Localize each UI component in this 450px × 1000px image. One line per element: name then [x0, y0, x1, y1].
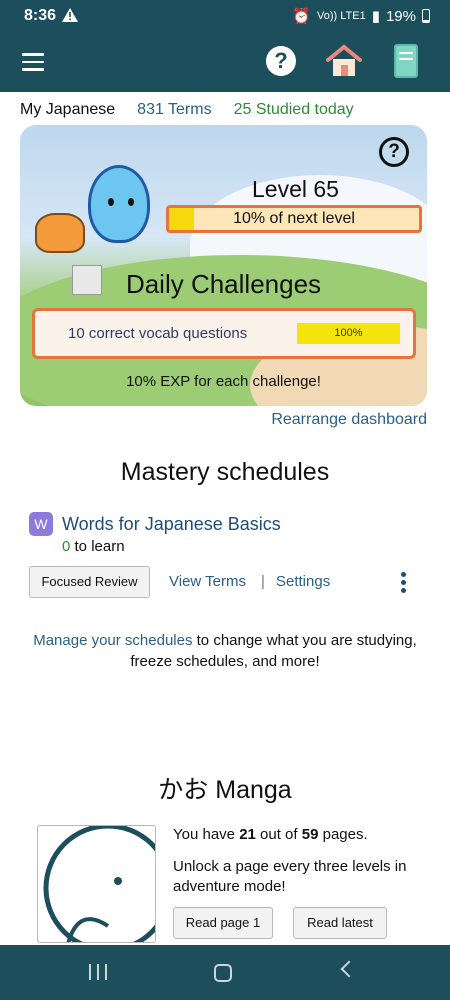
level-progress-bar: 10% of next level — [166, 205, 422, 233]
challenge-progress: 100% — [297, 323, 400, 344]
mastery-title: Mastery schedules — [120, 458, 330, 486]
rearrange-dashboard-link[interactable]: Rearrange dashboard — [271, 411, 427, 429]
menu-icon[interactable] — [22, 53, 44, 71]
status-time: 8:36 — [24, 7, 57, 24]
mascot-icon — [88, 165, 158, 265]
level-progress-text: 10% of next level — [233, 210, 355, 227]
help-icon[interactable]: ? — [266, 46, 296, 76]
home-icon[interactable] — [325, 44, 363, 78]
deck-name[interactable]: My Japanese — [20, 101, 115, 119]
manga-thumbnail[interactable] — [37, 825, 156, 943]
deck-info: My Japanese 831 Terms 25 Studied today — [20, 101, 354, 119]
to-learn-label: to learn — [70, 538, 125, 555]
battery-icon — [422, 9, 430, 23]
level-label: Level 65 — [252, 176, 339, 202]
exp-text: 10% EXP for each challenge! — [126, 373, 321, 390]
status-bar: 8:36 ⏰ Vo)) LTE1 ▮ 19% — [0, 0, 450, 34]
to-learn-text: 0 to learn — [62, 538, 125, 555]
warning-icon — [62, 8, 78, 27]
manga-title: かお Manga — [158, 776, 292, 804]
settings-link[interactable]: Settings — [276, 573, 330, 590]
alarm-icon: ⏰ — [292, 8, 311, 25]
cat-icon — [35, 213, 85, 253]
network-icon: Vo)) LTE1 — [316, 10, 366, 22]
app-bar: ? — [0, 34, 450, 92]
status-icons: ⏰ Vo)) LTE1 ▮ 19% — [292, 7, 430, 25]
recents-icon[interactable] — [89, 964, 107, 980]
book-icon[interactable] — [394, 44, 418, 78]
dashboard-help-icon[interactable]: ? — [379, 137, 409, 167]
focused-review-button[interactable]: Focused Review — [29, 566, 150, 598]
daily-challenges-title: Daily Challenges — [125, 269, 322, 299]
schedule-badge: W — [29, 512, 53, 536]
manage-schedules-link[interactable]: Manage your schedules — [33, 632, 192, 649]
system-nav-bar — [0, 945, 450, 1000]
signal-icon: ▮ — [371, 8, 380, 25]
manage-schedules-text: Manage your schedules to change what you… — [20, 630, 430, 672]
pages-have: 21 — [239, 826, 256, 843]
home-nav-icon[interactable] — [214, 964, 232, 982]
view-terms-link[interactable]: View Terms — [169, 573, 246, 590]
back-icon[interactable] — [340, 960, 358, 978]
manga-pages-text: You have 21 out of 59 pages. — [173, 826, 368, 843]
challenge-row[interactable]: 10 correct vocab questions 100% — [32, 308, 416, 359]
more-options-icon[interactable] — [399, 572, 407, 594]
schedule-name[interactable]: Words for Japanese Basics — [62, 514, 281, 535]
manga-unlock-text: Unlock a page every three levels in adve… — [173, 858, 407, 895]
challenge-label: 10 correct vocab questions — [68, 325, 248, 342]
pages-total: 59 — [301, 826, 319, 843]
dashboard-card: ? Level 65 10% of next level Daily Chall… — [20, 125, 427, 406]
link-separator: | — [261, 573, 265, 590]
read-page-button[interactable]: Read page 1 — [173, 907, 273, 939]
studied-today[interactable]: 25 Studied today — [234, 101, 354, 119]
terms-count[interactable]: 831 Terms — [137, 101, 211, 119]
read-latest-button[interactable]: Read latest — [293, 907, 387, 939]
battery-text: 19% — [385, 7, 416, 25]
